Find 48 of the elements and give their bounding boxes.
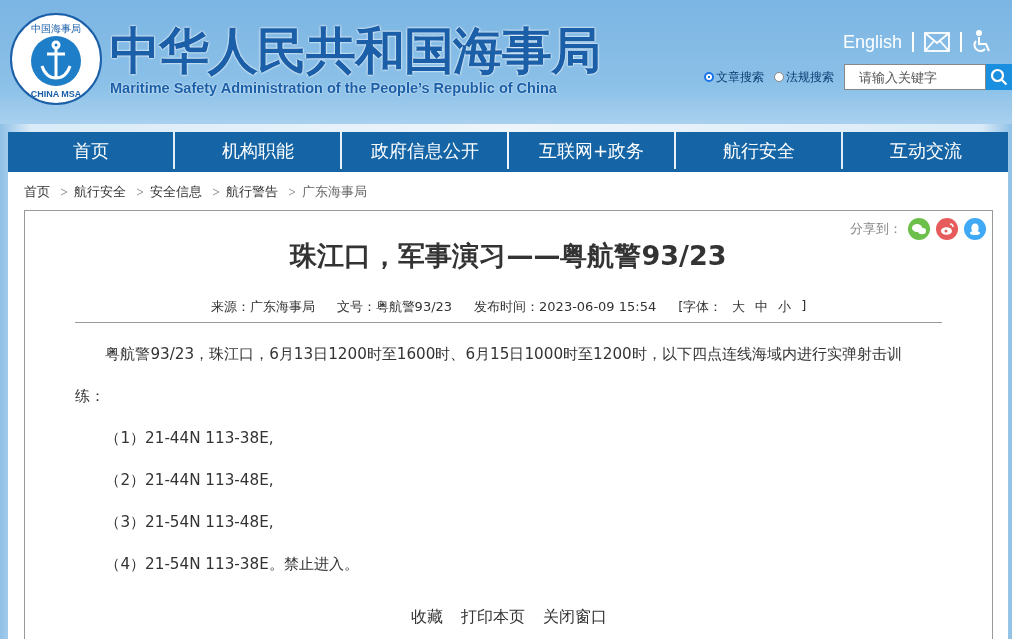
weibo-icon[interactable] [936,218,958,240]
breadcrumb-link[interactable]: 首页 [24,183,50,201]
logo-badge-text: CHINA MSA [29,89,83,99]
article-action-link[interactable]: 收藏 [411,607,443,628]
coordinate-line: （2）21-44N 113-48E, [104,470,275,491]
font-size-option[interactable]: 小 [778,298,792,316]
article-action-link[interactable]: 关闭窗口 [543,607,607,628]
chevron-icon [288,188,296,196]
site-subtitle: Maritime Safety Administration of the People’s Republic of China [110,80,558,96]
nav-tab[interactable]: 航行安全 [676,132,841,169]
logo-ring-text: 中国海事局 [30,23,82,34]
nav-tab[interactable]: 首页 [8,132,173,169]
search-scope-radio[interactable]: 法规搜索 [774,68,834,86]
publish-time: 发布时间：2023-06-09 15:54 [474,298,657,316]
article-action-link[interactable]: 打印本页 [461,607,525,628]
site-title: 中华人民共和国海事局 [110,22,600,80]
breadcrumb-link[interactable]: 广东海事局 [302,183,367,201]
chevron-icon [136,188,144,196]
breadcrumb-link[interactable]: 航行安全 [74,183,126,201]
accessibility-icon[interactable] [972,30,992,54]
qq-icon[interactable] [964,218,986,240]
bracket-text: ] [801,298,807,315]
chevron-icon [60,188,68,196]
breadcrumb-link[interactable]: 航行警告 [226,183,278,201]
share-label: 分享到： [850,220,902,238]
coordinate-line: （1）21-44N 113-38E, [104,428,275,449]
article-title: 珠江口，军事演习——粤航警93/23 [290,239,727,273]
nav-tab[interactable]: 互动交流 [843,132,1008,169]
nav-tab[interactable]: 政府信息公开 [342,132,507,169]
font-size-label: [字体： [678,298,723,316]
breadcrumb-link[interactable]: 安全信息 [150,183,202,201]
font-size-option[interactable]: 中 [755,298,769,316]
article-paragraph: 粤航警93/23，珠江口，6月13日1200时至1600时、6月15日1000时至1200时，以下四点连线海域内进行实弹射击训练： [75,344,903,407]
font-size-option[interactable]: 大 [732,298,746,316]
coordinate-line: （3）21-54N 113-48E, [104,512,275,533]
anchor-icon [38,40,74,82]
article-source: 来源：广东海事局 [210,298,315,316]
mail-icon[interactable] [924,32,950,52]
search-field[interactable]: 请输入关键字 [844,64,986,90]
search-icon [990,68,1008,86]
chevron-icon [212,188,220,196]
wechat-icon[interactable] [908,218,930,240]
search-button[interactable] [986,64,1012,90]
coordinate-line: （4）21-54N 113-38E。禁止进入。 [104,554,360,575]
article-doc-number: 文号：粤航警93/23 [336,298,453,316]
nav-tab[interactable]: 机构职能 [175,132,340,169]
search-scope-radio[interactable]: 文章搜索 [704,68,764,86]
nav-tab[interactable]: 互联网+政务 [509,132,674,169]
